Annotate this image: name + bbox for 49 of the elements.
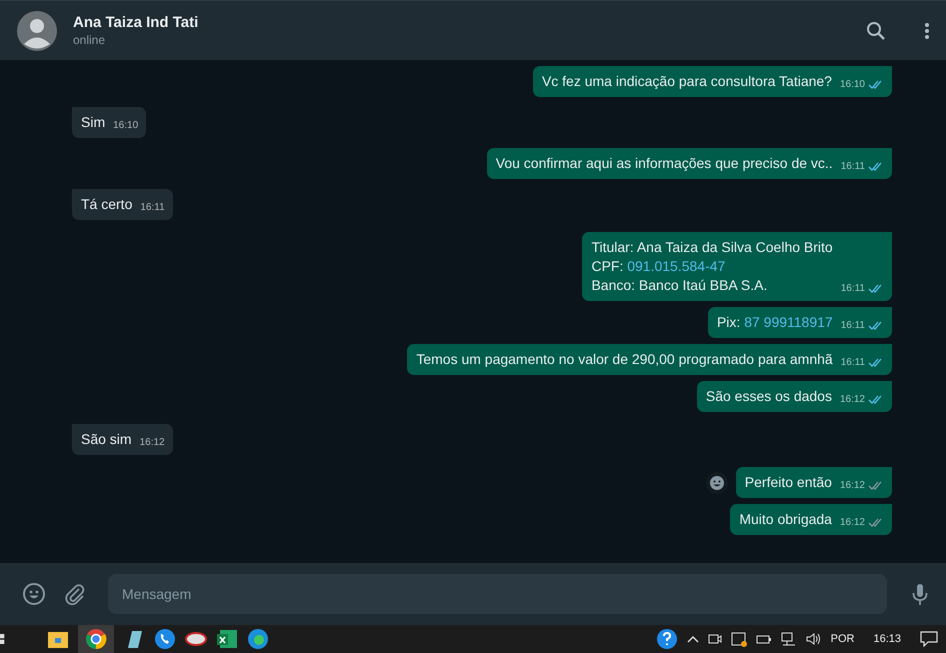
message-text: Vc fez uma indicação para consultora Tatiane?	[542, 72, 832, 91]
message-text: São sim	[81, 430, 132, 449]
message-input[interactable]: Mensagem	[108, 574, 887, 614]
message-time: 16:11	[840, 356, 865, 370]
message-time: 16:11	[140, 201, 165, 215]
smiley-icon[interactable]	[706, 472, 728, 494]
message-time: 16:10	[113, 119, 138, 133]
notification-icon[interactable]	[920, 631, 938, 647]
smiley-icon[interactable]	[22, 582, 46, 606]
message-time: 16:12	[140, 436, 165, 450]
speaker-icon[interactable]	[806, 632, 822, 646]
camera-icon[interactable]	[708, 632, 722, 646]
menu-icon[interactable]	[924, 20, 930, 40]
message-text: Sim	[81, 113, 106, 132]
message-text: Titular: Ana Taiza da Silva Coelho Brito	[591, 238, 833, 257]
clock[interactable]: 16:13	[873, 633, 901, 645]
spreadsheet-icon[interactable]	[216, 628, 238, 650]
link[interactable]: 091.015.584-47	[627, 258, 726, 274]
contact-status: online	[73, 33, 106, 47]
message-time: 16:12	[840, 393, 865, 407]
contact-name[interactable]: Ana Taiza Ind Tati	[73, 14, 828, 31]
browser-icon[interactable]	[247, 628, 269, 650]
language-indicator[interactable]: POR	[830, 633, 854, 645]
message-text: Pix: 87 999118917	[716, 313, 833, 332]
avatar-icon[interactable]	[17, 10, 57, 50]
message-time: 16:11	[840, 319, 865, 333]
message-text: Tá certo	[81, 195, 132, 214]
phone-icon[interactable]	[154, 628, 176, 650]
paperclip-icon[interactable]	[63, 582, 87, 606]
message-text: Vou confirmar aqui as informações que preciso de vc..	[496, 154, 833, 173]
message-text: Muito obrigada	[739, 510, 832, 529]
browser-taskbar-button[interactable]	[78, 625, 114, 653]
message-time: 16:10	[840, 78, 865, 92]
search-icon[interactable]	[866, 20, 886, 40]
message-time: 16:11	[840, 282, 865, 296]
message-text: Banco: Banco Itaú BBA S.A.	[591, 276, 768, 295]
help-icon[interactable]	[656, 628, 678, 650]
network-icon[interactable]	[780, 632, 797, 646]
sync-icon[interactable]	[730, 631, 747, 647]
message-time: 16:11	[840, 160, 865, 174]
browser-icon	[85, 628, 107, 650]
message-text: Perfeito então	[744, 473, 832, 492]
folder-icon[interactable]	[47, 629, 69, 649]
message-text: Temos um pagamento no valor de 290,00 programado para amnhã	[416, 350, 833, 369]
message-time: 16:12	[840, 479, 865, 493]
message-text: São esses os dados	[706, 387, 832, 406]
message-text: CPF: 091.015.584-47	[591, 257, 726, 276]
message-time: 16:12	[840, 516, 865, 530]
link[interactable]: 87 999118917	[744, 314, 833, 330]
